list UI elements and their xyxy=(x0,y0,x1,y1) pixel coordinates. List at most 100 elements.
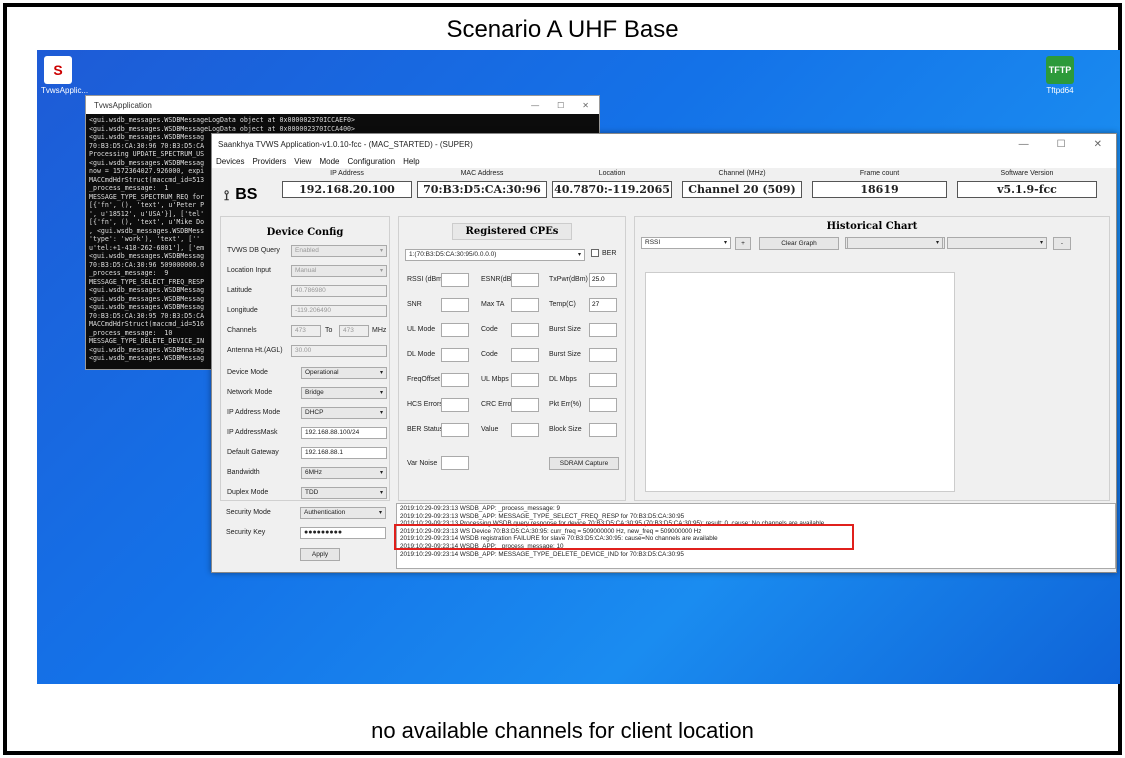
cpe-metric-label: BER Status xyxy=(407,426,444,433)
var-noise-value xyxy=(441,456,469,470)
cpe-metric-label: RSSI (dBm) xyxy=(407,276,445,283)
cpe-metric-label: TxPwr(dBm) xyxy=(549,276,588,283)
chart-series-select-2[interactable]: ▾ xyxy=(947,237,1047,249)
security-key-label: Security Key xyxy=(226,529,266,536)
cpe-metric-value xyxy=(511,423,539,437)
slide-title: Scenario A UHF Base xyxy=(446,16,679,43)
slide-caption: no available channels for client locatio… xyxy=(371,718,754,743)
cpes-panel: Registered CPEs 1:(70:B3:D5:CA:30:95/0.0… xyxy=(398,216,626,501)
apply-button[interactable]: Apply xyxy=(300,548,340,561)
cpe-metric-label: ESNR(dB) xyxy=(481,276,514,283)
location-input-select[interactable]: Manual ▾ xyxy=(291,265,387,277)
console-titlebar[interactable]: TvwsApplication — ☐ ✕ xyxy=(86,96,599,114)
maximize-icon[interactable]: ☐ xyxy=(1057,139,1066,150)
cpe-metric-value xyxy=(511,323,539,337)
menu-help[interactable]: Help xyxy=(403,157,419,166)
security-key-input[interactable]: ●●●●●●●●● xyxy=(300,527,386,539)
cpe-metric-label: Value xyxy=(481,426,499,433)
channel-from-spinner[interactable]: 473 xyxy=(291,325,321,337)
ip-mode-select[interactable]: DHCP ▾ xyxy=(301,407,387,419)
channel-field: Channel (MHz) Channel 20 (509) xyxy=(682,170,802,198)
cpe-metric-value xyxy=(589,423,617,437)
duplex-mode-select[interactable]: TDD ▾ xyxy=(301,487,387,499)
ber-checkbox[interactable]: BER xyxy=(591,249,616,257)
cpe-metric-label: Code xyxy=(481,326,498,333)
bandwidth-label: Bandwidth xyxy=(227,469,260,476)
sdram-capture-button[interactable]: SDRAM Capture xyxy=(549,457,619,470)
cpe-metric-value xyxy=(441,398,469,412)
frame-count-field: Frame count 18619 xyxy=(812,170,947,198)
menu-devices[interactable]: Devices xyxy=(216,157,244,166)
cpe-metric-value xyxy=(441,323,469,337)
channels-to-label: To xyxy=(325,327,333,334)
duplex-mode-label: Duplex Mode xyxy=(227,489,269,496)
chart-plot-area xyxy=(645,272,955,492)
latitude-input[interactable]: 40.786980 xyxy=(291,285,387,297)
cpe-metric-value xyxy=(511,298,539,312)
longitude-input[interactable]: -119.206490 xyxy=(291,305,387,317)
device-config-panel: Device Config TVWS DB Query Enabled ▾ Loc… xyxy=(220,216,390,501)
cpes-title: Registered CPEs xyxy=(452,223,572,240)
chart-metric-select[interactable]: RSSI ▾ xyxy=(641,237,731,249)
cpe-select[interactable]: 1:(70:B3:D5:CA:30:95/0.0.0.0) ▾ xyxy=(405,249,585,261)
menu-providers[interactable]: Providers xyxy=(252,157,286,166)
cpe-metric-label: UL Mbps xyxy=(481,376,509,383)
device-mode-label: Device Mode xyxy=(227,369,268,376)
antenna-icon: ⟟ xyxy=(224,186,230,203)
status-header: ⟟ BS IP Address 192.168.20.100 MAC Address… xyxy=(212,168,1116,214)
network-mode-label: Network Mode xyxy=(227,389,273,396)
cpe-metric-value xyxy=(511,373,539,387)
cpe-metric-label: Max TA xyxy=(481,301,505,308)
app-titlebar[interactable]: Saankhya TVWS Application-v1.0.10-fcc - … xyxy=(212,134,1116,154)
cpe-metric-value xyxy=(589,348,617,362)
log-line: 2019:10:29-09:23:13 WSDB_APP: _process_m… xyxy=(400,505,560,512)
tvws-app-window[interactable]: Saankhya TVWS Application-v1.0.10-fcc - … xyxy=(211,133,1117,573)
close-icon[interactable]: ✕ xyxy=(1094,139,1102,150)
tftp-icon: TFTP xyxy=(1046,56,1074,84)
menu-configuration[interactable]: Configuration xyxy=(347,157,395,166)
cpe-metric-value xyxy=(441,298,469,312)
security-mode-select[interactable]: Authentication ▾ xyxy=(300,507,386,519)
antenna-height-spinner[interactable]: 30.00 xyxy=(291,345,387,357)
cpe-metric-label: FreqOffset xyxy=(407,376,440,383)
chart-series-select[interactable]: ▾ xyxy=(847,237,943,249)
maximize-icon[interactable]: ☐ xyxy=(557,101,564,110)
tvws-db-query-label: TVWS DB Query xyxy=(227,247,280,254)
gateway-input[interactable]: 192.168.88.1 xyxy=(301,447,387,459)
cpe-metric-value xyxy=(441,423,469,437)
device-config-title: Device Config xyxy=(266,227,344,238)
clear-graph-button[interactable]: Clear Graph xyxy=(759,237,839,250)
channels-unit-label: MHz xyxy=(372,327,387,334)
bandwidth-select[interactable]: 6MHz ▾ xyxy=(301,467,387,479)
ip-mask-input[interactable]: 192.168.88.100/24 xyxy=(301,427,387,439)
cpe-metric-value xyxy=(589,373,617,387)
cpe-metric-value xyxy=(589,398,617,412)
cpe-metric-value: 25.0 xyxy=(589,273,617,287)
close-icon[interactable]: ✕ xyxy=(582,101,589,110)
desktop-icon-tvws[interactable]: S TvwsApplic... xyxy=(41,56,88,95)
minimize-icon[interactable]: — xyxy=(531,101,539,110)
menu-mode[interactable]: Mode xyxy=(319,157,339,166)
chart-title: Historical Chart xyxy=(826,221,918,232)
longitude-label: Longitude xyxy=(227,307,258,314)
cpe-metric-label: Code xyxy=(481,351,498,358)
mac-address-field: MAC Address 70:B3:D5:CA:30:96 xyxy=(417,170,547,198)
highlight-box xyxy=(394,524,854,550)
tvws-db-query-select[interactable]: Enabled ▾ xyxy=(291,245,387,257)
cpe-metric-label: HCS Errors xyxy=(407,401,443,408)
desktop-icon-tftpd[interactable]: TFTP Tftpd64 xyxy=(1040,56,1080,95)
menu-view[interactable]: View xyxy=(294,157,311,166)
channel-to-spinner[interactable]: 473 xyxy=(339,325,369,337)
cpe-metric-value: 27 xyxy=(589,298,617,312)
console-title: TvwsApplication xyxy=(94,100,152,110)
location-field: Location 40.7870:-119.2065 xyxy=(552,170,672,198)
device-mode-select[interactable]: Operational ▾ xyxy=(301,367,387,379)
var-noise-label: Var Noise xyxy=(407,460,438,467)
network-mode-select[interactable]: Bridge ▾ xyxy=(301,387,387,399)
minimize-icon[interactable]: — xyxy=(1019,139,1029,150)
remove-metric-button[interactable]: - xyxy=(1053,237,1071,250)
app-title: Saankhya TVWS Application-v1.0.10-fcc - … xyxy=(218,139,473,149)
gateway-label: Default Gateway xyxy=(227,449,279,456)
add-metric-button[interactable]: + xyxy=(735,237,751,250)
cpe-metric-label: Temp(C) xyxy=(549,301,576,308)
